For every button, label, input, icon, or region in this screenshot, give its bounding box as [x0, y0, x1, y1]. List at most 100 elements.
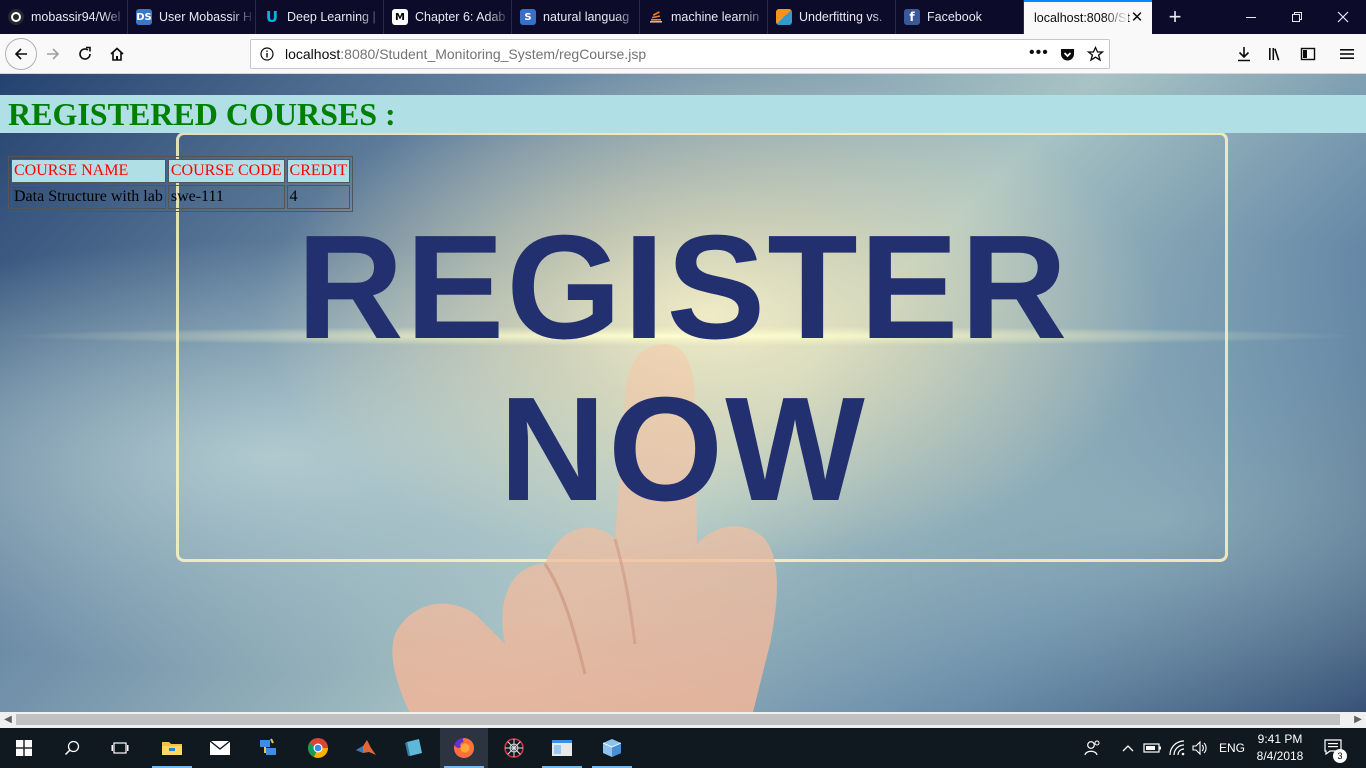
- column-header-credit: CREDIT: [286, 159, 351, 183]
- window-app-icon: [552, 740, 572, 756]
- clock-time: 9:41 PM: [1257, 732, 1303, 746]
- info-icon[interactable]: [260, 47, 274, 61]
- pocket-icon[interactable]: [1059, 46, 1076, 63]
- stats-stackexchange-icon: S: [520, 9, 536, 25]
- new-tab-button[interactable]: +: [1158, 0, 1192, 34]
- tab-active-localhost[interactable]: localhost:8080/St ✕: [1024, 0, 1152, 34]
- taskbar-firefox[interactable]: [440, 728, 488, 768]
- spiderweb-app-icon: [504, 738, 524, 758]
- restore-button[interactable]: [1274, 0, 1320, 34]
- task-view-button[interactable]: [96, 728, 144, 768]
- scroll-right-icon[interactable]: ▶: [1350, 712, 1366, 728]
- page-actions-icon[interactable]: •••: [1029, 44, 1049, 62]
- table-header-row: COURSE NAME COURSE CODE CREDIT: [11, 159, 351, 183]
- home-icon: [110, 47, 124, 61]
- column-header-course-code: COURSE CODE: [167, 159, 285, 183]
- taskbar-virtualbox[interactable]: [588, 728, 636, 768]
- taskbar-mail[interactable]: [196, 728, 244, 768]
- search-icon: [64, 740, 80, 756]
- taskbar-file-explorer[interactable]: [148, 728, 196, 768]
- page-content: REGISTER NOW REGISTERED COURSES : COURSE…: [0, 74, 1366, 712]
- url-host: localhost: [285, 46, 341, 62]
- column-header-course-name: COURSE NAME: [11, 159, 166, 183]
- navigation-toolbar: localhost:8080/Student_Monitoring_System…: [0, 34, 1366, 74]
- horizontal-scrollbar[interactable]: ◀ ▶: [0, 712, 1366, 728]
- clock[interactable]: 9:41 PM 8/4/2018: [1250, 731, 1310, 765]
- reload-button[interactable]: [70, 39, 100, 69]
- sidebar-icon: [1300, 47, 1316, 61]
- scikit-icon: [776, 9, 792, 25]
- task-view-icon: [111, 742, 129, 754]
- url-path: :8080/Student_Monitoring_System/regCours…: [340, 46, 647, 62]
- taskbar-matlab[interactable]: [342, 728, 390, 768]
- github-icon: [8, 9, 24, 25]
- tab-datascience[interactable]: DS User Mobassir H: [128, 0, 256, 34]
- menu-button[interactable]: [1332, 39, 1362, 69]
- matlab-icon: [356, 740, 376, 755]
- search-button[interactable]: [48, 728, 96, 768]
- background-register-text: REGISTER: [296, 205, 1070, 370]
- tab-github[interactable]: mobassir94/Wel: [0, 0, 128, 34]
- registered-courses-table: COURSE NAME COURSE CODE CREDIT Data Stru…: [8, 156, 354, 212]
- firefox-icon: [454, 737, 475, 758]
- tab-strip: mobassir94/Wel DS User Mobassir H U Deep…: [0, 0, 1366, 34]
- forward-arrow-icon: [47, 48, 60, 60]
- sidebar-button[interactable]: [1293, 39, 1323, 69]
- box-app-icon: [602, 739, 622, 757]
- library-button[interactable]: [1261, 39, 1291, 69]
- scrollbar-thumb[interactable]: [16, 714, 1340, 725]
- medium-icon: M: [392, 9, 408, 25]
- chrome-icon: [308, 738, 328, 758]
- library-icon: [1269, 48, 1280, 61]
- home-button[interactable]: [102, 39, 132, 69]
- url-text[interactable]: localhost:8080/Student_Monitoring_System…: [285, 46, 646, 62]
- bookmark-star-icon[interactable]: [1087, 46, 1104, 63]
- windows-taskbar: ENG 9:41 PM 8/4/2018 3: [0, 728, 1366, 768]
- tab-stats-stackexchange[interactable]: S natural languag: [512, 0, 640, 34]
- downloads-button[interactable]: [1229, 39, 1259, 69]
- folder-icon: [162, 742, 182, 755]
- volume-icon[interactable]: [1191, 740, 1209, 756]
- mail-icon: [209, 740, 231, 755]
- cell-credit: 4: [286, 185, 351, 209]
- download-icon: [1238, 47, 1250, 62]
- tab-facebook[interactable]: f Facebook: [896, 0, 1024, 34]
- datascience-icon: DS: [136, 9, 152, 25]
- notification-count-badge: 3: [1333, 749, 1347, 763]
- tab-scikit[interactable]: Underfitting vs.: [768, 0, 896, 34]
- page-title: REGISTERED COURSES :: [8, 96, 396, 132]
- taskbar-3d-app[interactable]: [390, 728, 438, 768]
- clock-date: 8/4/2018: [1256, 749, 1304, 763]
- tab-udacity[interactable]: U Deep Learning |: [256, 0, 384, 34]
- language-indicator[interactable]: ENG: [1219, 741, 1245, 755]
- minimize-button[interactable]: [1228, 0, 1274, 34]
- reload-icon: [79, 46, 91, 60]
- wifi-icon[interactable]: [1168, 740, 1186, 756]
- cell-course-name: Data Structure with lab: [11, 185, 166, 209]
- network-app-icon: [260, 738, 276, 755]
- taskbar-kali-app[interactable]: [490, 728, 538, 768]
- taskbar-window-app[interactable]: [538, 728, 586, 768]
- table-row: Data Structure with lab swe-111 4: [11, 185, 351, 209]
- cell-course-code: swe-111: [167, 185, 285, 209]
- people-icon[interactable]: [1084, 739, 1102, 757]
- facebook-icon: f: [904, 9, 920, 25]
- close-tab-icon[interactable]: ✕: [1128, 9, 1146, 27]
- hamburger-menu-icon: [1340, 49, 1354, 59]
- cube-app-icon: [405, 739, 422, 756]
- scroll-left-icon[interactable]: ◀: [0, 712, 16, 728]
- taskbar-chrome[interactable]: [294, 728, 342, 768]
- tab-medium[interactable]: M Chapter 6: Adab: [384, 0, 512, 34]
- back-arrow-icon: [14, 48, 27, 60]
- udacity-icon: U: [265, 8, 279, 26]
- forward-button[interactable]: [38, 39, 68, 69]
- background-now-text: NOW: [499, 367, 867, 532]
- tab-stackoverflow[interactable]: machine learnin: [640, 0, 768, 34]
- battery-icon[interactable]: [1143, 741, 1163, 755]
- url-bar[interactable]: localhost:8080/Student_Monitoring_System…: [250, 39, 1110, 69]
- back-button[interactable]: [5, 38, 37, 70]
- chevron-up-icon[interactable]: [1121, 741, 1135, 755]
- close-window-button[interactable]: [1320, 0, 1366, 34]
- start-button[interactable]: [0, 728, 48, 768]
- taskbar-network-app[interactable]: [244, 728, 292, 768]
